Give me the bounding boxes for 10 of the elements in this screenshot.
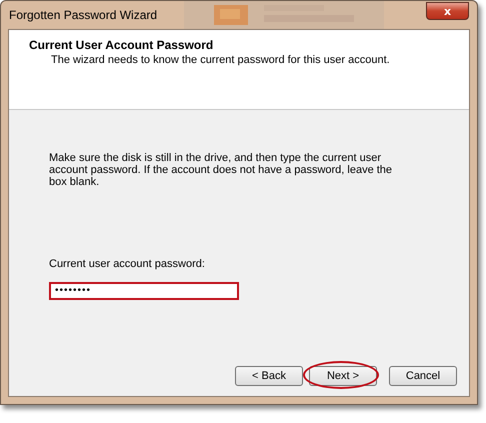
wizard-button[interactable]: < Back xyxy=(235,366,303,386)
close-button[interactable]: x xyxy=(426,2,469,20)
field-label: Current user account password: xyxy=(49,258,206,270)
password-field[interactable]: •••••••• xyxy=(49,282,239,300)
wizard-button[interactable]: Next > xyxy=(309,366,377,386)
page-heading: Current User Account Password xyxy=(29,38,214,52)
instruction-text: Make sure the disk is still in the drive, and then type the current user account password. If the account does not have a password, leave the box blank. xyxy=(49,152,394,188)
window-title: Forgotten Password Wizard xyxy=(8,8,158,22)
page-subtitle: The wizard needs to know the current password for this user account. xyxy=(50,54,391,66)
wizard-button[interactable]: Cancel xyxy=(389,366,457,386)
